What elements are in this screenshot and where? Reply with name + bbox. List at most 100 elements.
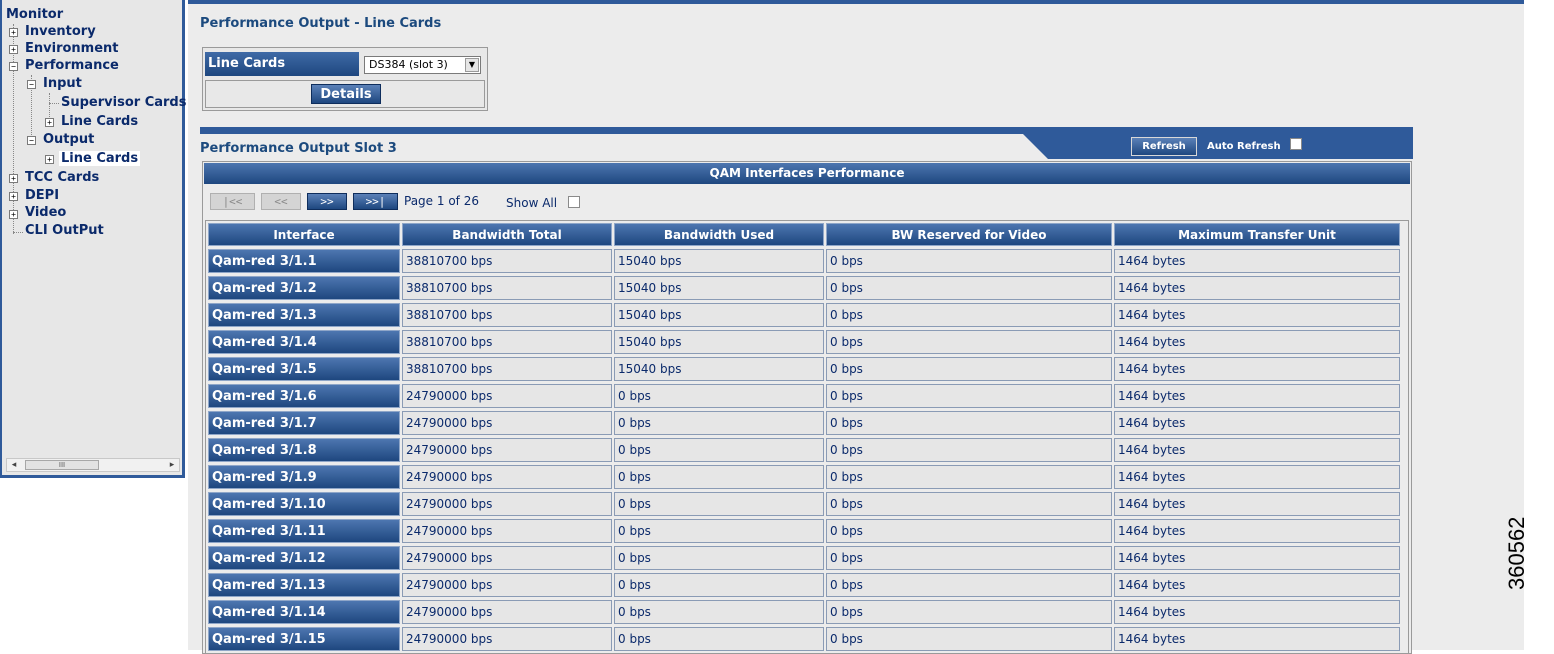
interface-cell[interactable]: Qam-red 3/1.14 xyxy=(208,600,400,624)
interface-cell[interactable]: Qam-red 3/1.6 xyxy=(208,384,400,408)
expand-icon[interactable]: + xyxy=(9,210,18,219)
expand-icon[interactable]: + xyxy=(9,45,18,54)
value-cell: 0 bps xyxy=(826,492,1112,516)
dropdown-arrow-icon[interactable]: ▼ xyxy=(465,58,479,72)
scroll-left-icon[interactable]: ◂ xyxy=(7,459,21,471)
value-cell: 24790000 bps xyxy=(402,627,612,651)
interface-cell[interactable]: Qam-red 3/1.7 xyxy=(208,411,400,435)
interface-cell[interactable]: Qam-red 3/1.15 xyxy=(208,627,400,651)
column-header[interactable]: Maximum Transfer Unit xyxy=(1114,223,1400,246)
value-cell: 1464 bytes xyxy=(1114,357,1400,381)
tree-item-output[interactable]: Output xyxy=(43,132,94,147)
value-cell: 0 bps xyxy=(826,600,1112,624)
value-cell: 1464 bytes xyxy=(1114,411,1400,435)
value-cell: 0 bps xyxy=(826,411,1112,435)
navigation-tree: Monitor + Inventory + Environment − Perf… xyxy=(0,0,186,478)
value-cell: 15040 bps xyxy=(614,330,824,354)
expand-icon[interactable]: + xyxy=(9,174,18,183)
collapse-icon[interactable]: − xyxy=(27,80,36,89)
value-cell: 0 bps xyxy=(614,492,824,516)
tree-item-depi[interactable]: DEPI xyxy=(25,188,59,203)
auto-refresh-checkbox[interactable] xyxy=(1290,138,1302,150)
expand-icon[interactable]: + xyxy=(45,155,54,164)
interface-cell[interactable]: Qam-red 3/1.5 xyxy=(208,357,400,381)
table-row: Qam-red 3/1.7 24790000 bps 0 bps 0 bps 1464 … xyxy=(208,411,1400,435)
qam-panel-header: QAM Interfaces Performance xyxy=(204,163,1410,184)
column-header[interactable]: Interface xyxy=(208,223,400,246)
column-header[interactable]: Bandwidth Used xyxy=(614,223,824,246)
value-cell: 0 bps xyxy=(614,519,824,543)
interface-cell[interactable]: Qam-red 3/1.2 xyxy=(208,276,400,300)
value-cell: 15040 bps xyxy=(614,249,824,273)
table-row: Qam-red 3/1.13 24790000 bps 0 bps 0 bps 1464… xyxy=(208,573,1400,597)
scroll-right-icon[interactable]: ▸ xyxy=(165,459,179,471)
interface-cell[interactable]: Qam-red 3/1.9 xyxy=(208,465,400,489)
interface-cell[interactable]: Qam-red 3/1.11 xyxy=(208,519,400,543)
tree-item-output-line-cards[interactable]: Line Cards xyxy=(59,151,141,166)
value-cell: 38810700 bps xyxy=(402,276,612,300)
tree-item-environment[interactable]: Environment xyxy=(25,41,119,56)
value-cell: 0 bps xyxy=(614,438,824,462)
value-cell: 0 bps xyxy=(614,411,824,435)
interface-cell[interactable]: Qam-red 3/1.8 xyxy=(208,438,400,462)
refresh-button[interactable]: Refresh xyxy=(1131,137,1197,156)
table-row: Qam-red 3/1.1 38810700 bps 15040 bps 0 bps 1… xyxy=(208,249,1400,273)
interface-cell[interactable]: Qam-red 3/1.10 xyxy=(208,492,400,516)
value-cell: 1464 bytes xyxy=(1114,438,1400,462)
tree-item-supervisor-cards[interactable]: Supervisor Cards xyxy=(61,95,186,110)
table-row: Qam-red 3/1.3 38810700 bps 15040 bps 0 bps 1… xyxy=(208,303,1400,327)
value-cell: 0 bps xyxy=(826,573,1112,597)
column-header[interactable]: BW Reserved for Video xyxy=(826,223,1112,246)
value-cell: 38810700 bps xyxy=(402,330,612,354)
main-panel: Performance Output - Line Cards Line Car… xyxy=(188,0,1524,654)
previous-page-button[interactable]: << xyxy=(261,193,301,210)
collapse-icon[interactable]: − xyxy=(9,62,18,71)
horizontal-scrollbar[interactable]: ◂ III ▸ xyxy=(6,458,180,472)
interface-cell[interactable]: Qam-red 3/1.3 xyxy=(208,303,400,327)
show-all-checkbox[interactable] xyxy=(568,196,580,208)
table-header-row: Interface Bandwidth Total Bandwidth Used… xyxy=(208,223,1400,246)
tree-item-video[interactable]: Video xyxy=(25,205,66,220)
expand-icon[interactable]: + xyxy=(45,118,54,127)
table-row: Qam-red 3/1.9 24790000 bps 0 bps 0 bps 1464 … xyxy=(208,465,1400,489)
tree-item-input-line-cards[interactable]: Line Cards xyxy=(61,114,138,129)
figure-number-text: 360562 xyxy=(1504,516,1529,590)
value-cell: 24790000 bps xyxy=(402,438,612,462)
value-cell: 1464 bytes xyxy=(1114,384,1400,408)
tree-item-inventory[interactable]: Inventory xyxy=(25,24,96,39)
value-cell: 0 bps xyxy=(826,546,1112,570)
value-cell: 0 bps xyxy=(826,303,1112,327)
value-cell: 1464 bytes xyxy=(1114,573,1400,597)
line-card-select[interactable]: DS384 (slot 3) ▼ xyxy=(364,56,481,74)
details-button[interactable]: Details xyxy=(311,84,381,104)
interface-cell[interactable]: Qam-red 3/1.1 xyxy=(208,249,400,273)
last-page-button[interactable]: >>| xyxy=(353,193,398,210)
column-header[interactable]: Bandwidth Total xyxy=(402,223,612,246)
table-row: Qam-red 3/1.12 24790000 bps 0 bps 0 bps 1464… xyxy=(208,546,1400,570)
interface-cell[interactable]: Qam-red 3/1.12 xyxy=(208,546,400,570)
table-row: Qam-red 3/1.6 24790000 bps 0 bps 0 bps 1464 … xyxy=(208,384,1400,408)
value-cell: 24790000 bps xyxy=(402,573,612,597)
tree-item-performance[interactable]: Performance xyxy=(25,58,119,73)
expand-icon[interactable]: + xyxy=(9,192,18,201)
interface-cell[interactable]: Qam-red 3/1.4 xyxy=(208,330,400,354)
tree-connector xyxy=(13,232,23,233)
value-cell: 0 bps xyxy=(826,249,1112,273)
table-row: Qam-red 3/1.14 24790000 bps 0 bps 0 bps 1464… xyxy=(208,600,1400,624)
show-all-label: Show All xyxy=(506,196,558,210)
collapse-icon[interactable]: − xyxy=(27,136,36,145)
value-cell: 0 bps xyxy=(614,465,824,489)
value-cell: 1464 bytes xyxy=(1114,519,1400,543)
scrollbar-thumb[interactable]: III xyxy=(25,460,99,470)
interface-cell[interactable]: Qam-red 3/1.13 xyxy=(208,573,400,597)
expand-icon[interactable]: + xyxy=(9,28,18,37)
tree-item-cli-output[interactable]: CLI OutPut xyxy=(25,223,104,238)
next-page-button[interactable]: >> xyxy=(307,193,347,210)
tree-item-input[interactable]: Input xyxy=(43,76,82,91)
tree-item-tcc-cards[interactable]: TCC Cards xyxy=(25,170,99,185)
auto-refresh-label: Auto Refresh xyxy=(1207,141,1281,152)
tree-root-monitor[interactable]: Monitor xyxy=(6,7,63,22)
value-cell: 0 bps xyxy=(614,573,824,597)
first-page-button[interactable]: |<< xyxy=(210,193,255,210)
table-row: Qam-red 3/1.15 24790000 bps 0 bps 0 bps 1464… xyxy=(208,627,1400,651)
